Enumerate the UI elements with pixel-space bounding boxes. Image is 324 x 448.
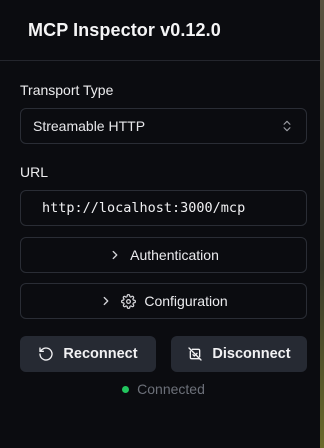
- connection-settings: Transport Type Streamable HTTP URL http:…: [0, 82, 320, 397]
- transport-type-select[interactable]: Streamable HTTP: [20, 108, 307, 144]
- authentication-label: Authentication: [130, 247, 219, 263]
- reconnect-label: Reconnect: [63, 346, 138, 362]
- sidebar-header: MCP Inspector v0.12.0: [0, 0, 320, 61]
- unplug-icon: [187, 346, 203, 362]
- disconnect-button[interactable]: Disconnect: [171, 336, 307, 372]
- chevron-right-icon: [108, 248, 122, 262]
- url-value: http://localhost:3000/mcp: [42, 200, 246, 216]
- transport-type-label: Transport Type: [20, 82, 114, 98]
- status-text: Connected: [137, 381, 205, 397]
- authentication-toggle-button[interactable]: Authentication: [20, 237, 307, 273]
- url-input[interactable]: http://localhost:3000/mcp: [20, 190, 307, 226]
- url-label: URL: [20, 164, 49, 180]
- background-strip: [320, 0, 324, 448]
- reconnect-button[interactable]: Reconnect: [20, 336, 156, 372]
- transport-type-value: Streamable HTTP: [33, 118, 146, 134]
- refresh-icon: [38, 346, 54, 362]
- chevron-up-down-icon: [280, 119, 294, 133]
- status-dot-icon: [122, 385, 130, 393]
- sidebar-panel: MCP Inspector v0.12.0 Transport Type Str…: [0, 0, 320, 448]
- chevron-right-icon: [99, 294, 113, 308]
- gear-icon: [121, 293, 137, 309]
- connection-actions: Reconnect Disconnect: [20, 336, 307, 372]
- configuration-toggle-button[interactable]: Configuration: [20, 283, 307, 319]
- app-title: MCP Inspector v0.12.0: [28, 19, 221, 40]
- connection-status: Connected: [20, 381, 307, 397]
- configuration-label: Configuration: [144, 293, 228, 309]
- disconnect-label: Disconnect: [212, 346, 291, 362]
